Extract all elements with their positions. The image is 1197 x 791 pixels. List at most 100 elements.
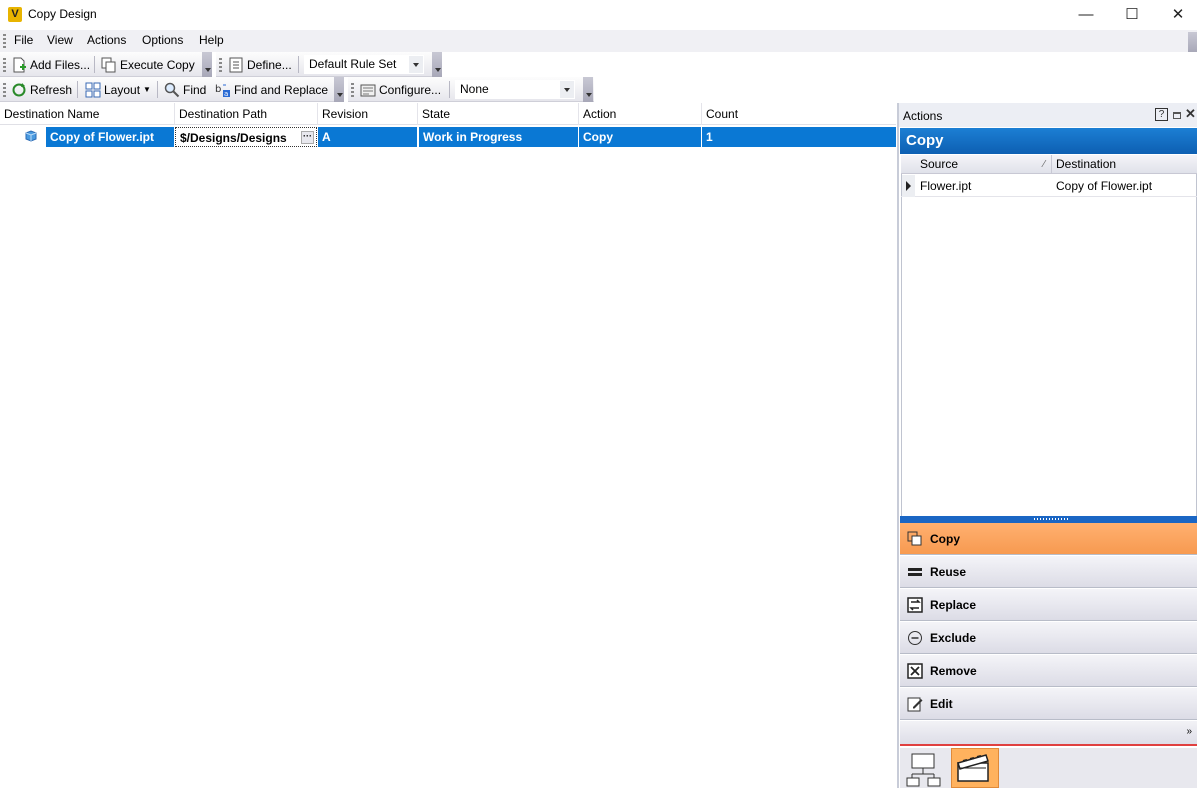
exclude-action-button[interactable]: Exclude — [900, 622, 1197, 654]
column-state[interactable]: State — [418, 103, 579, 125]
reuse-icon — [907, 564, 923, 580]
toolbar-grip[interactable] — [3, 58, 6, 72]
panel-view-tabs — [900, 748, 1197, 788]
source-destination-list — [901, 155, 1197, 517]
find-replace-icon: ba — [215, 82, 231, 98]
column-destination-name[interactable]: Destination Name — [0, 103, 175, 125]
cell-source[interactable]: Flower.ipt — [916, 175, 1052, 197]
menu-grip[interactable] — [3, 34, 6, 48]
browse-path-button[interactable]: ··· — [301, 131, 314, 144]
separator — [77, 81, 78, 98]
toolbar-grip[interactable] — [3, 83, 6, 97]
toolbar-overflow[interactable] — [202, 52, 212, 77]
cell-destination-name[interactable]: Copy of Flower.ipt — [46, 127, 174, 147]
sort-icon: ⁄ — [1043, 159, 1045, 170]
actions-panel-title: Actions — [903, 109, 943, 123]
toolbar-overflow[interactable] — [334, 77, 344, 102]
source-destination-header: Source ⁄ Destination — [901, 155, 1197, 174]
actions-panel-header: Actions ? ✕ — [899, 103, 1197, 127]
column-action[interactable]: Action — [579, 103, 702, 125]
cell-count[interactable]: 1 — [702, 127, 896, 147]
double-chevron-icon[interactable]: » — [1186, 726, 1192, 737]
add-files-button[interactable]: Add Files... — [11, 55, 90, 74]
find-and-replace-button[interactable]: ba Find and Replace — [215, 80, 328, 99]
structure-view-tab[interactable] — [900, 748, 948, 788]
rule-set-select[interactable]: Default Rule Set — [304, 55, 424, 74]
toolbar-overflow[interactable] — [583, 77, 593, 102]
replace-icon — [907, 596, 923, 613]
copy-icon — [907, 531, 923, 547]
minimize-button[interactable]: — — [1063, 0, 1109, 30]
actions-panel: Actions ? ✕ Copy Source ⁄ Destination Fl… — [897, 103, 1197, 788]
cell-revision[interactable]: A — [318, 127, 417, 147]
toolbar-grip[interactable] — [351, 83, 354, 97]
restore-panel-icon[interactable] — [1173, 112, 1181, 119]
reuse-action-button[interactable]: Reuse — [900, 556, 1197, 588]
remove-action-label: Remove — [930, 663, 977, 678]
replace-action-button[interactable]: Replace — [900, 589, 1197, 621]
chevron-down-icon — [409, 56, 423, 73]
execute-copy-button[interactable]: Execute Copy — [101, 55, 195, 74]
menu-overflow[interactable] — [1188, 32, 1197, 52]
column-revision[interactable]: Revision — [318, 103, 418, 125]
execute-copy-icon — [101, 57, 117, 73]
exclude-action-label: Exclude — [930, 630, 977, 645]
source-destination-row[interactable]: Flower.ipt Copy of Flower.ipt — [901, 175, 1197, 197]
cell-destination-path[interactable]: $/Designs/Designs ··· — [175, 127, 317, 147]
window-title: Copy Design — [28, 7, 97, 21]
replace-action-label: Replace — [930, 597, 977, 612]
remove-action-button[interactable]: Remove — [900, 655, 1197, 687]
menu-help[interactable]: Help — [199, 33, 224, 47]
toolbar-grip[interactable] — [219, 58, 222, 72]
row-selector[interactable] — [902, 175, 915, 197]
column-destination[interactable]: Destination — [1052, 155, 1197, 174]
close-button[interactable]: ✕ — [1155, 0, 1197, 30]
separator — [298, 56, 299, 73]
toolbar-view: Refresh Layout ▼ Find ba Find and Replac… — [0, 77, 344, 102]
help-icon[interactable]: ? — [1155, 108, 1168, 121]
filter-select[interactable]: None — [455, 80, 575, 99]
menu-actions[interactable]: Actions — [87, 33, 126, 47]
rule-set-value: Default Rule Set — [309, 57, 397, 71]
find-button[interactable]: Find — [164, 80, 206, 99]
edit-action-button[interactable]: Edit — [900, 688, 1197, 720]
define-button[interactable]: Define... — [228, 55, 292, 74]
column-destination-path[interactable]: Destination Path — [175, 103, 318, 125]
toolbar-configure: Configure... None — [348, 77, 594, 102]
remove-icon — [907, 662, 923, 679]
add-file-icon — [11, 57, 27, 73]
refresh-label: Refresh — [30, 82, 73, 97]
vault-app-icon: V — [8, 7, 22, 22]
menu-options[interactable]: Options — [142, 33, 183, 47]
svg-text:b: b — [215, 84, 221, 95]
actions-view-tab[interactable] — [951, 748, 999, 788]
refresh-icon — [11, 82, 27, 98]
separator — [157, 81, 158, 98]
close-panel-icon[interactable]: ✕ — [1185, 106, 1196, 122]
magnifier-icon — [164, 82, 180, 98]
cell-destination[interactable]: Copy of Flower.ipt — [1052, 175, 1197, 197]
toolbar-overflow[interactable] — [432, 52, 442, 77]
column-source[interactable]: Source ⁄ — [916, 155, 1052, 174]
layout-label: Layout — [104, 82, 141, 97]
more-actions-bar[interactable]: » — [900, 721, 1197, 746]
maximize-button[interactable]: ☐ — [1109, 0, 1155, 30]
refresh-button[interactable]: Refresh — [11, 80, 72, 99]
column-count[interactable]: Count — [702, 103, 896, 125]
part-file-icon — [25, 130, 37, 145]
chevron-down-icon — [560, 81, 574, 98]
cell-action[interactable]: Copy — [579, 127, 701, 147]
menu-file[interactable]: File — [14, 33, 33, 47]
table-row[interactable]: Copy of Flower.ipt $/Designs/Designs ···… — [0, 126, 896, 148]
menu-view[interactable]: View — [47, 33, 73, 47]
configure-button[interactable]: Configure... — [360, 80, 441, 99]
separator — [449, 81, 450, 98]
layout-dropdown[interactable]: Layout ▼ — [85, 80, 151, 99]
define-label: Define... — [247, 57, 292, 72]
title-bar: V Copy Design — ☐ ✕ — [0, 0, 1197, 30]
grid-header: Destination Name Destination Path Revisi… — [0, 103, 896, 125]
copy-action-button[interactable]: Copy — [900, 523, 1197, 555]
panel-splitter[interactable] — [900, 516, 1197, 523]
cell-state[interactable]: Work in Progress — [419, 127, 578, 147]
separator — [94, 56, 95, 73]
